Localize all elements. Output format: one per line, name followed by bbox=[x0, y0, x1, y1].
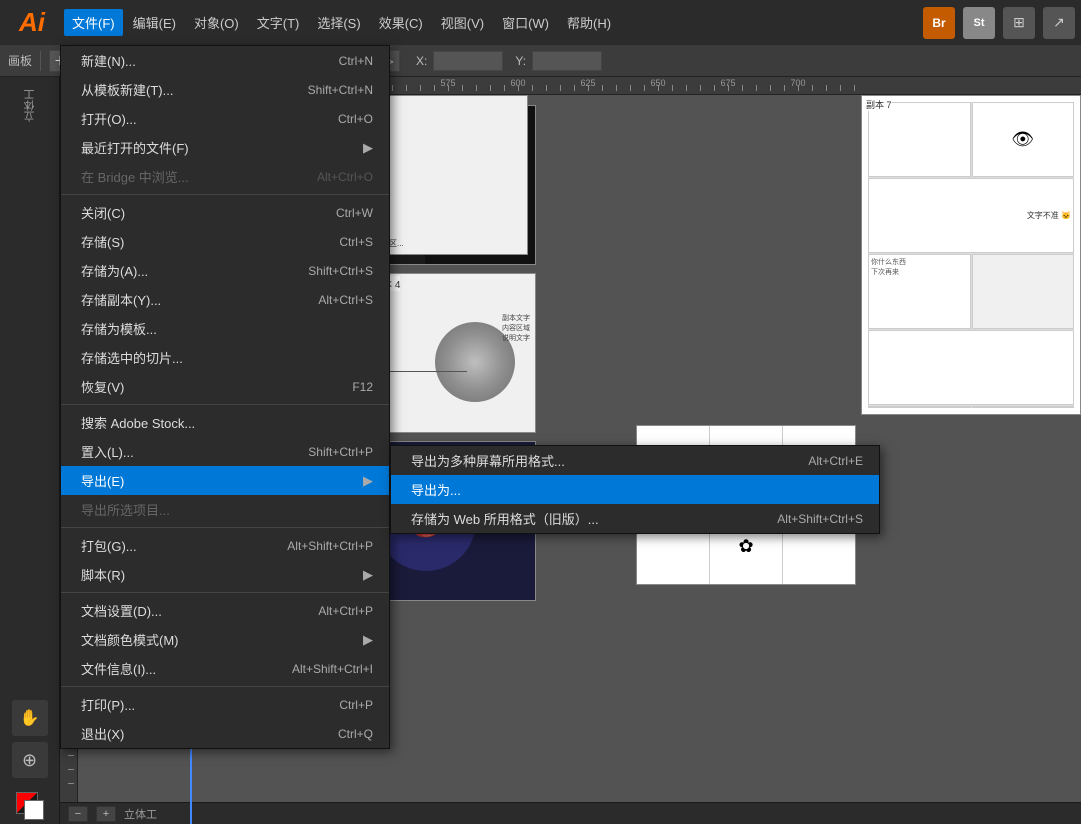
menu-export-selected[interactable]: 导出所选项目... bbox=[61, 495, 389, 524]
menu-package[interactable]: 打包(G)... Alt+Shift+Ctrl+P bbox=[61, 531, 389, 560]
zoom-minus-btn[interactable]: − bbox=[68, 806, 88, 822]
menu-new-from-template[interactable]: 从模板新建(T)... Shift+Ctrl+N bbox=[61, 75, 389, 104]
artboard-label: 画板 bbox=[8, 52, 32, 69]
y-label: Y: bbox=[515, 54, 526, 68]
grid-view-btn[interactable]: ⊞ bbox=[1003, 7, 1035, 39]
menu-search-stock[interactable]: 搜索 Adobe Stock... bbox=[61, 408, 389, 437]
menu-select[interactable]: 选择(S) bbox=[309, 9, 368, 36]
menu-window[interactable]: 窗口(W) bbox=[494, 9, 557, 36]
export-as[interactable]: 导出为... bbox=[391, 475, 879, 504]
separator-3 bbox=[61, 527, 389, 528]
status-text: 立体工 bbox=[124, 806, 157, 822]
top-right-icons: Br St ⊞ ↗ bbox=[923, 7, 1075, 39]
x-input[interactable] bbox=[433, 51, 503, 71]
x-label: X: bbox=[416, 54, 427, 68]
export-screens[interactable]: 导出为多种屏幕所用格式... Alt+Ctrl+E bbox=[391, 446, 879, 475]
color-swatch[interactable] bbox=[16, 792, 44, 820]
menu-quit[interactable]: 退出(X) Ctrl+Q bbox=[61, 719, 389, 748]
separator-5 bbox=[61, 686, 389, 687]
app-logo: Ai bbox=[6, 7, 58, 38]
menu-print[interactable]: 打印(P)... Ctrl+P bbox=[61, 690, 389, 719]
menu-save-selected-slices[interactable]: 存储选中的切片... bbox=[61, 343, 389, 372]
menu-save[interactable]: 存储(S) Ctrl+S bbox=[61, 227, 389, 256]
artboard-extra-3-content: 👁 文字不准 🐱 你什么东西下次再来 bbox=[862, 96, 1080, 414]
share-btn[interactable]: ↗ bbox=[1043, 7, 1075, 39]
menu-close[interactable]: 关闭(C) Ctrl+W bbox=[61, 198, 389, 227]
bridge-icon-btn[interactable]: Br bbox=[923, 7, 955, 39]
menu-browse-bridge[interactable]: 在 Bridge 中浏览... Alt+Ctrl+O bbox=[61, 162, 389, 191]
menu-file[interactable]: 文件(F) bbox=[64, 9, 123, 36]
bottom-tools: ✋ ⊕ bbox=[0, 698, 59, 824]
separator-2 bbox=[61, 404, 389, 405]
menu-save-as[interactable]: 存储为(A)... Shift+Ctrl+S bbox=[61, 256, 389, 285]
menu-revert[interactable]: 恢复(V) F12 bbox=[61, 372, 389, 401]
statusbar: − + 立体工 bbox=[60, 802, 1081, 824]
menu-help[interactable]: 帮助(H) bbox=[559, 9, 619, 36]
menu-doc-color-mode[interactable]: 文档颜色模式(M) ▶ bbox=[61, 625, 389, 654]
left-panel: 立体工 ✋ ⊕ bbox=[0, 77, 60, 824]
menubar: Ai 文件(F) 编辑(E) 对象(O) 文字(T) 选择(S) 效果(C) 视… bbox=[0, 0, 1081, 45]
menu-edit[interactable]: 编辑(E) bbox=[125, 9, 184, 36]
menu-save-copy[interactable]: 存储副本(Y)... Alt+Ctrl+S bbox=[61, 285, 389, 314]
menu-open[interactable]: 打开(O)... Ctrl+O bbox=[61, 104, 389, 133]
menu-scripts[interactable]: 脚本(R) ▶ bbox=[61, 560, 389, 589]
left-panel-label: 立体工 bbox=[22, 89, 38, 122]
y-input[interactable] bbox=[532, 51, 602, 71]
artboard-extra-3-label: 副本 7 bbox=[866, 98, 892, 111]
toolbar-sep-1 bbox=[40, 51, 41, 71]
separator-4 bbox=[61, 592, 389, 593]
save-for-web[interactable]: 存储为 Web 所用格式（旧版）... Alt+Shift+Ctrl+S bbox=[391, 504, 879, 533]
menu-file-info[interactable]: 文件信息(I)... Alt+Shift+Ctrl+I bbox=[61, 654, 389, 683]
menu-export[interactable]: 导出(E) ▶ bbox=[61, 466, 389, 495]
stock-icon-btn[interactable]: St bbox=[963, 7, 995, 39]
menu-new[interactable]: 新建(N)... Ctrl+N bbox=[61, 46, 389, 75]
file-menu-dropdown: 新建(N)... Ctrl+N 从模板新建(T)... Shift+Ctrl+N… bbox=[60, 45, 390, 749]
menu-effect[interactable]: 效果(C) bbox=[371, 9, 431, 36]
menu-type[interactable]: 文字(T) bbox=[249, 9, 308, 36]
background-color[interactable] bbox=[24, 800, 44, 820]
menu-object[interactable]: 对象(O) bbox=[186, 9, 247, 36]
menu-recent[interactable]: 最近打开的文件(F) ▶ bbox=[61, 133, 389, 162]
menu-view[interactable]: 视图(V) bbox=[433, 9, 492, 36]
menu-place[interactable]: 置入(L)... Shift+Ctrl+P bbox=[61, 437, 389, 466]
artboard-extra-3[interactable]: 副本 7 👁 文字不准 🐱 你什么东西下次再来 bbox=[861, 95, 1081, 415]
export-submenu: 导出为多种屏幕所用格式... Alt+Ctrl+E 导出为... 存储为 Web… bbox=[390, 445, 880, 534]
separator-1 bbox=[61, 194, 389, 195]
zoom-tool[interactable]: ⊕ bbox=[12, 742, 48, 778]
zoom-plus-btn[interactable]: + bbox=[96, 806, 116, 822]
menu-doc-settings[interactable]: 文档设置(D)... Alt+Ctrl+P bbox=[61, 596, 389, 625]
hand-tool[interactable]: ✋ bbox=[12, 700, 48, 736]
menu-save-as-template[interactable]: 存储为模板... bbox=[61, 314, 389, 343]
